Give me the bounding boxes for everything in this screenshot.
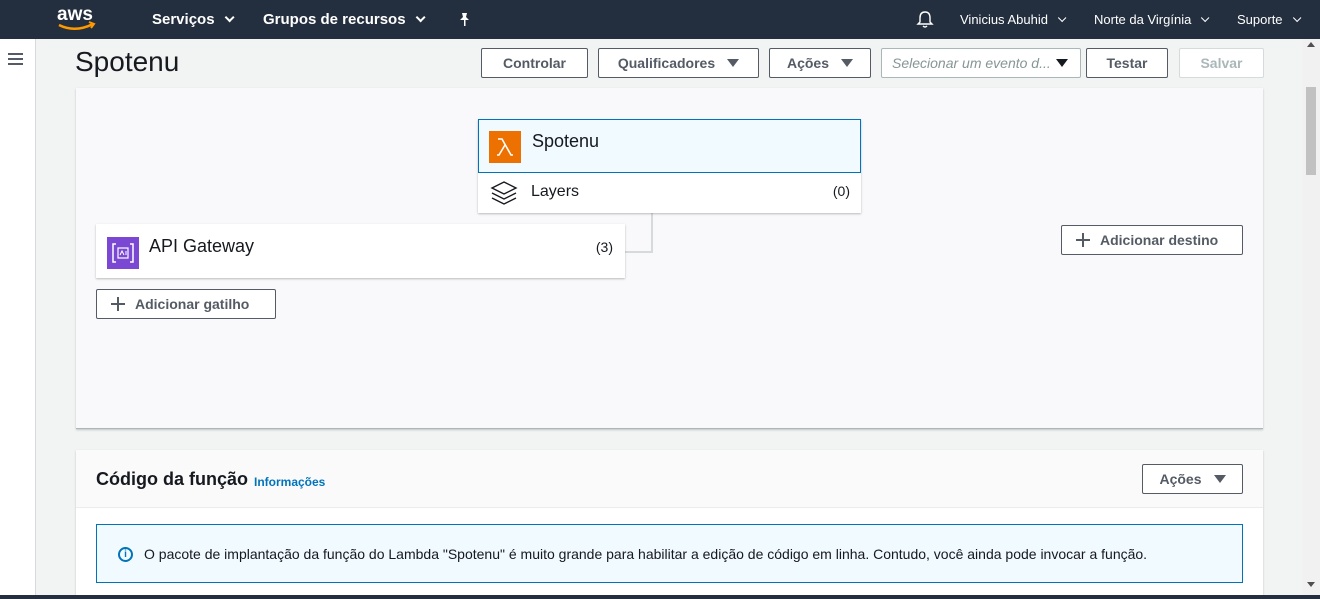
user-menu[interactable]: Vinicius Abuhid [960,0,1067,39]
resource-groups-menu[interactable]: Grupos de recursos [263,0,426,39]
services-menu[interactable]: Serviços [152,0,235,39]
trigger-count: (3) [595,239,613,255]
actions-button[interactable]: Ações [769,48,871,78]
layers-row[interactable]: Layers (0) [478,173,861,213]
save-button[interactable]: Salvar [1179,48,1264,78]
layers-icon [490,181,518,205]
menu-icon[interactable] [8,53,23,65]
lambda-icon [489,131,521,163]
function-code-title: Código da função [96,469,248,489]
info-alert: i O pacote de implantação da função do L… [96,524,1243,583]
layers-count: (0) [832,183,850,199]
chevron-down-icon [1057,13,1067,22]
throttle-button-label: Controlar [503,55,566,71]
qualifiers-button[interactable]: Qualificadores [598,48,759,78]
plus-icon [1076,233,1090,247]
info-link[interactable]: Informações [254,475,325,489]
add-trigger-button[interactable]: Adicionar gatilho [96,289,276,319]
user-name: Vinicius Abuhid [960,12,1048,27]
api-gateway-icon [107,237,139,269]
info-icon: i [118,547,133,562]
throttle-button[interactable]: Controlar [481,48,588,78]
function-card[interactable]: Spotenu Layers (0) [478,119,861,213]
region-menu[interactable]: Norte da Virgínia [1094,0,1210,39]
chevron-down-icon [1292,13,1301,22]
test-event-placeholder: Selecionar um evento d... [892,55,1051,71]
side-navigation-rail [0,39,36,599]
aws-logo[interactable]: aws [55,3,99,35]
caret-down-icon [1213,475,1226,483]
pin-icon[interactable] [458,12,471,27]
caret-down-icon [841,59,854,67]
page-scrollbar[interactable] [1303,39,1320,595]
trigger-name: API Gateway [149,236,255,256]
bottom-edge [0,595,1320,599]
add-destination-label: Adicionar destino [1100,232,1219,248]
test-button[interactable]: Testar [1086,48,1168,78]
scroll-up-arrow-icon[interactable] [1307,42,1315,47]
support-menu[interactable]: Suporte [1237,0,1301,39]
caret-down-icon [727,59,740,67]
chevron-down-icon [224,12,235,23]
test-button-label: Testar [1106,55,1148,71]
layers-label: Layers [531,183,580,200]
scroll-down-arrow-icon[interactable] [1307,582,1315,587]
function-name: Spotenu [532,131,600,151]
plus-icon [111,297,125,311]
function-code-header: Código da função Informações [76,450,1263,508]
add-trigger-label: Adicionar gatilho [135,296,250,312]
api-gateway-trigger-card[interactable]: API Gateway (3) [96,224,625,278]
top-navigation-bar: aws Serviços Grupos de recursos Vinicius… [0,0,1320,39]
chevron-down-icon [1201,13,1210,22]
trigger-connector-line [625,213,653,253]
test-event-select[interactable]: Selecionar um evento d... [881,48,1081,78]
code-actions-button[interactable]: Ações [1142,464,1243,494]
save-button-label: Salvar [1200,55,1243,71]
caret-down-icon [1056,59,1068,67]
alert-message: O pacote de implantação da função do Lam… [144,546,1148,562]
scrollbar-thumb[interactable] [1306,87,1316,175]
code-actions-label: Ações [1159,471,1202,487]
add-destination-button[interactable]: Adicionar destino [1061,225,1243,255]
chevron-down-icon [415,12,426,23]
services-menu-label: Serviços [152,11,215,28]
bell-icon[interactable] [916,10,934,29]
support-label: Suporte [1237,12,1283,27]
function-card-header[interactable]: Spotenu [478,119,861,173]
actions-button-label: Ações [786,55,830,71]
resource-groups-label: Grupos de recursos [263,11,406,28]
page-title: Spotenu [75,46,180,77]
region-name: Norte da Virgínia [1094,12,1192,27]
svg-text:aws: aws [57,4,93,25]
qualifiers-button-label: Qualificadores [617,55,716,71]
